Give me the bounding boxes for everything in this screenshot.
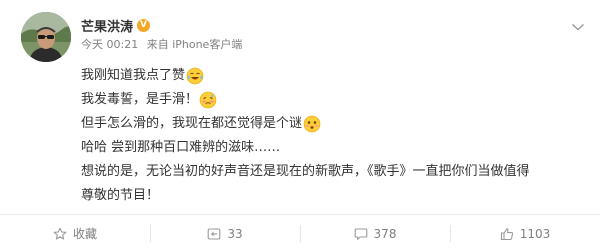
comment-button[interactable]: 378	[300, 215, 450, 252]
weibo-post-card: 芒果洪涛 V 今天 00:21 来自 iPhone客户端 我刚知道我点了赞 我发…	[0, 0, 600, 252]
favorite-label: 收藏	[72, 227, 97, 241]
post-text: 哈哈 尝到那种百口难辨的滋味……	[81, 140, 281, 155]
username-link[interactable]: 芒果洪涛	[81, 16, 133, 35]
post-line-4: 哈哈 尝到那种百口难辨的滋味……	[81, 136, 581, 160]
thumbs-up-icon	[500, 227, 513, 240]
post-text: 想说的是，无论当初的好声音还是现在的新歌声，《歌手》一直把你们当做值得	[81, 164, 530, 179]
post-text: 我发毒誓，是手滑！	[81, 92, 199, 107]
verified-badge-icon: V	[137, 18, 151, 32]
name-row: 芒果洪涛 V	[81, 16, 560, 35]
post-line-2: 我发毒誓，是手滑！	[81, 88, 581, 112]
post-content: 我刚知道我点了赞 我发毒誓，是手滑！ 但手怎么滑的，我现在都还觉得是个谜 哈哈 …	[81, 64, 581, 208]
post-text: 我刚知道我点了赞	[81, 68, 186, 83]
post-line-3: 但手怎么滑的，我现在都还觉得是个谜	[81, 112, 581, 136]
laugh-cry-emoji-icon	[186, 67, 204, 85]
repost-button[interactable]: 33	[150, 215, 300, 252]
action-bar: 收藏 33 378 1103	[0, 215, 600, 252]
comment-count: 378	[373, 226, 397, 241]
post-line-1: 我刚知道我点了赞	[81, 64, 581, 88]
more-options-button[interactable]	[571, 17, 585, 31]
comment-icon	[354, 227, 367, 240]
user-avatar[interactable]	[21, 12, 71, 62]
like-button[interactable]: 1103	[450, 215, 600, 252]
puzzled-emoji-icon	[303, 115, 321, 133]
chevron-down-icon	[571, 23, 585, 31]
repost-count: 33	[227, 226, 243, 241]
like-count: 1103	[519, 226, 551, 241]
post-source[interactable]: 来自 iPhone客户端	[147, 38, 243, 51]
post-text: 尊敬的节目！	[81, 188, 160, 203]
post-text: 但手怎么滑的，我现在都还觉得是个谜	[81, 116, 303, 131]
star-icon	[53, 227, 67, 240]
embarrassed-emoji-icon	[199, 91, 217, 109]
post-line-5: 想说的是，无论当初的好声音还是现在的新歌声，《歌手》一直把你们当做值得	[81, 160, 581, 184]
post-line-6: 尊敬的节目！	[81, 184, 581, 208]
favorite-button[interactable]: 收藏	[0, 215, 150, 252]
post-header: 芒果洪涛 V 今天 00:21 来自 iPhone客户端	[81, 16, 560, 52]
post-time-link[interactable]: 今天 00:21	[81, 38, 138, 51]
avatar-image	[21, 12, 71, 62]
post-meta: 今天 00:21 来自 iPhone客户端	[81, 38, 560, 52]
repost-icon	[208, 227, 221, 240]
